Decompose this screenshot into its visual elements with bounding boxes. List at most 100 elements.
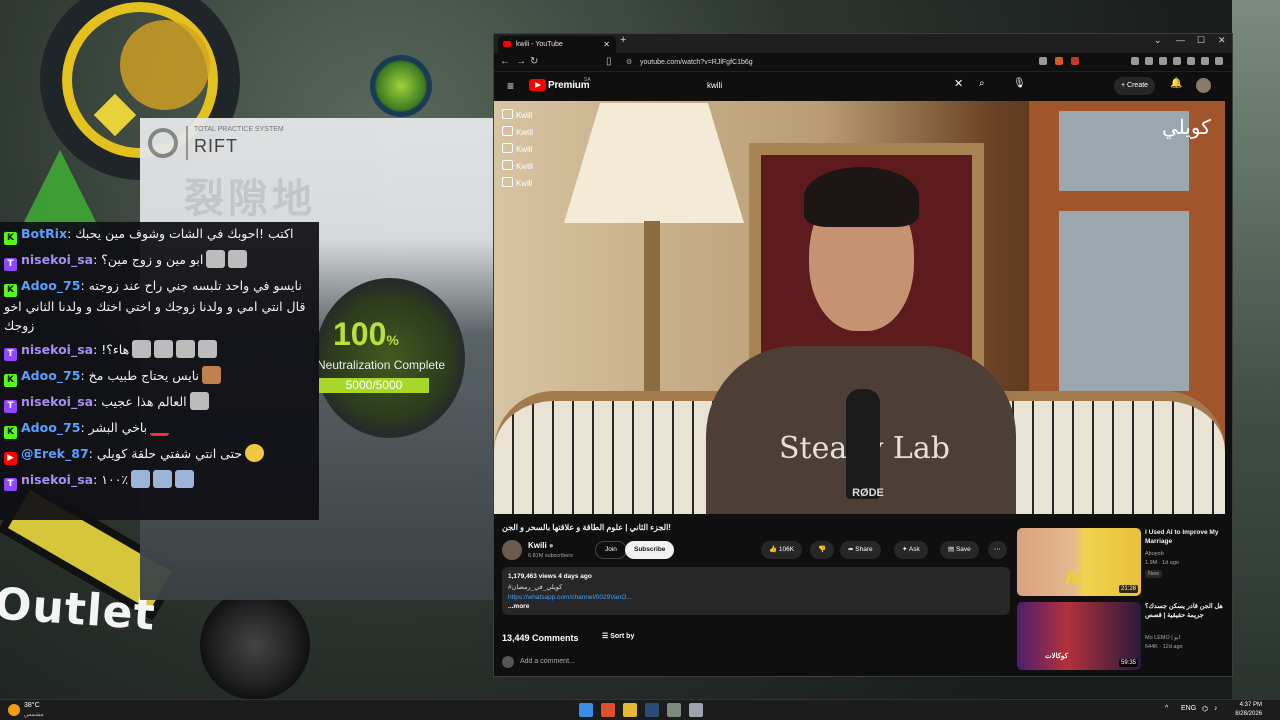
extension-icon[interactable] xyxy=(1187,57,1195,65)
thumbnail-text: Ai xyxy=(1065,568,1083,588)
ask-button[interactable]: ✦ Ask xyxy=(894,541,928,559)
show-more-link[interactable]: ...more xyxy=(508,603,1004,610)
channel-name[interactable]: Kwili ● xyxy=(528,541,554,550)
tab-bar: kwili - YouTube ✕ + ⌄ — ☐ ✕ xyxy=(494,34,1232,53)
chat-username[interactable]: nisekoi_sa xyxy=(21,472,93,487)
extension-icon[interactable] xyxy=(1173,57,1181,65)
chat-emote-icon xyxy=(154,340,174,358)
chat-username[interactable]: Adoo_75 xyxy=(21,278,80,293)
video-player[interactable]: Steady Lab RØDE Kwili Kwtil Kwili Kwtil Kwil… xyxy=(494,101,1225,514)
forward-arrow-icon[interactable]: → xyxy=(516,56,526,67)
tray-chevron-icon[interactable]: ^ xyxy=(1165,705,1168,712)
microphone-icon[interactable]: 🎙 xyxy=(1013,78,1026,89)
weather-condition: مشمس xyxy=(24,712,44,718)
youtube-logo-icon[interactable] xyxy=(529,79,546,91)
volume-icon[interactable]: ♪ xyxy=(1214,705,1218,712)
close-window-button[interactable]: ✕ xyxy=(1218,35,1226,46)
video-description[interactable]: 1,179,463 views 4 days ago #كويلي_في_رمض… xyxy=(502,567,1010,615)
clock-time[interactable]: 4:37 PM xyxy=(1232,702,1262,708)
save-button[interactable]: ▤ Save xyxy=(940,541,979,559)
thumbnail-text: كوكالات xyxy=(1045,653,1068,660)
social-handle-text: Kwtil xyxy=(516,128,533,137)
description-link[interactable]: https://whatsapp.com/channel/0029VanO... xyxy=(508,594,1004,601)
subscribe-button[interactable]: Subscribe xyxy=(625,541,675,559)
join-button[interactable]: Join xyxy=(595,541,627,559)
search-icon[interactable]: ⌕ xyxy=(979,78,985,89)
weather-sun-icon[interactable] xyxy=(8,704,20,716)
create-button[interactable]: + Create xyxy=(1114,77,1156,95)
chat-username[interactable]: BotRix xyxy=(21,226,67,241)
chat-emote-icon xyxy=(153,470,173,488)
new-tab-button[interactable]: + xyxy=(620,34,626,46)
chat-username[interactable]: nisekoi_sa xyxy=(21,252,93,267)
clock-date[interactable]: 8/28/2026 xyxy=(1226,711,1262,717)
add-comment-input[interactable]: Add a comment... xyxy=(520,658,575,665)
channel-avatar[interactable] xyxy=(502,540,522,560)
search-input[interactable]: kwili xyxy=(707,76,973,95)
reload-icon[interactable]: ↻ xyxy=(530,56,538,67)
chat-username[interactable]: @Erek_87 xyxy=(21,446,89,461)
more-actions-button[interactable]: ⋯ xyxy=(988,541,1007,559)
address-bar[interactable]: ⚙ youtube.com/watch?v=RJlFgfC1b6g xyxy=(618,56,1028,69)
brave-browser-icon[interactable] xyxy=(601,703,615,717)
extension-icon[interactable] xyxy=(1131,57,1139,65)
clear-search-icon[interactable]: ✕ xyxy=(954,77,963,90)
recommended-meta: 644K · 12d ago xyxy=(1145,644,1183,650)
thumb-up-icon: 👍 xyxy=(769,546,778,553)
settings-gear-icon[interactable] xyxy=(689,703,703,717)
chat-separator: : xyxy=(80,420,89,435)
account-avatar[interactable] xyxy=(1196,78,1211,93)
menu-icon[interactable] xyxy=(1215,57,1223,65)
notifications-bell-icon[interactable]: 🔔 xyxy=(1170,78,1182,89)
tab-youtube[interactable]: kwili - YouTube ✕ xyxy=(498,36,616,53)
like-button[interactable]: 👍 106K xyxy=(761,541,803,559)
share-button[interactable]: ➦ Share xyxy=(840,541,881,559)
save-icon: ▤ xyxy=(948,546,955,553)
chat-username[interactable]: nisekoi_sa xyxy=(21,394,93,409)
app-icon[interactable] xyxy=(667,703,681,717)
site-info-icon[interactable]: ⚙ xyxy=(626,56,632,69)
hamburger-menu-icon[interactable]: ≡ xyxy=(507,79,514,93)
chat-emote-icon xyxy=(150,418,170,436)
chat-text: ١٠٠٪ xyxy=(101,472,129,487)
chat-emote-icon xyxy=(132,340,152,358)
brave-rewards-icon[interactable] xyxy=(1071,57,1079,65)
stream-chat-overlay: K BotRix: اكتب !احوبك في الشات وشوف مين ي… xyxy=(0,222,319,520)
recommended-title[interactable]: هل الجن قادر يسكن جسدك؟ جريمة حقيقية | ق… xyxy=(1145,602,1227,620)
video-thumbnail[interactable]: كوكالات 59:35 xyxy=(1017,602,1141,670)
file-explorer-icon[interactable] xyxy=(623,703,637,717)
youtube-favicon-icon xyxy=(503,41,511,47)
minimize-button[interactable]: — xyxy=(1176,35,1185,45)
language-indicator[interactable]: ENG xyxy=(1181,705,1196,712)
bookmark-icon[interactable]: ▯ xyxy=(606,56,612,67)
recommended-title[interactable]: I Used AI to Improve My Marriage xyxy=(1145,528,1227,546)
cast-icon[interactable] xyxy=(1039,57,1047,65)
recommended-video[interactable]: كوكالات 59:35 هل الجن قادر يسكن جسدك؟ جر… xyxy=(1017,602,1227,670)
rift-subtitle: TOTAL PRACTICE SYSTEM xyxy=(194,126,284,133)
close-tab-icon[interactable]: ✕ xyxy=(603,36,610,53)
tab-list-icon[interactable]: ⌄ xyxy=(1154,35,1162,46)
extension-icon[interactable] xyxy=(1145,57,1153,65)
start-windows-icon[interactable] xyxy=(579,703,593,717)
maximize-button[interactable]: ☐ xyxy=(1197,35,1205,46)
network-icon[interactable]: ⌬ xyxy=(1202,705,1208,713)
person-hair xyxy=(804,167,919,227)
chat-emote-icon xyxy=(206,250,226,268)
back-arrow-icon[interactable]: ← xyxy=(500,56,510,67)
dislike-button[interactable]: 👎 xyxy=(810,541,835,559)
recommended-video[interactable]: Ai 21:28 I Used AI to Improve My Marriag… xyxy=(1017,528,1227,596)
weather-temperature[interactable]: 38°C xyxy=(24,702,40,709)
social-handle: Kwtil xyxy=(502,126,533,137)
vpn-icon[interactable] xyxy=(1201,57,1209,65)
chat-username[interactable]: Adoo_75 xyxy=(21,420,80,435)
social-handle: Kwili xyxy=(502,177,533,188)
video-thumbnail[interactable]: Ai 21:28 xyxy=(1017,528,1141,596)
twitch-platform-icon: T xyxy=(4,258,17,271)
chat-username[interactable]: Adoo_75 xyxy=(21,368,80,383)
sort-comments-button[interactable]: ☰ Sort by xyxy=(602,632,634,640)
chat-username[interactable]: nisekoi_sa xyxy=(21,342,93,357)
region-code: SA xyxy=(584,77,591,83)
steam-icon[interactable] xyxy=(645,703,659,717)
brave-shield-icon[interactable] xyxy=(1055,57,1063,65)
sidebar-icon[interactable] xyxy=(1159,57,1167,65)
